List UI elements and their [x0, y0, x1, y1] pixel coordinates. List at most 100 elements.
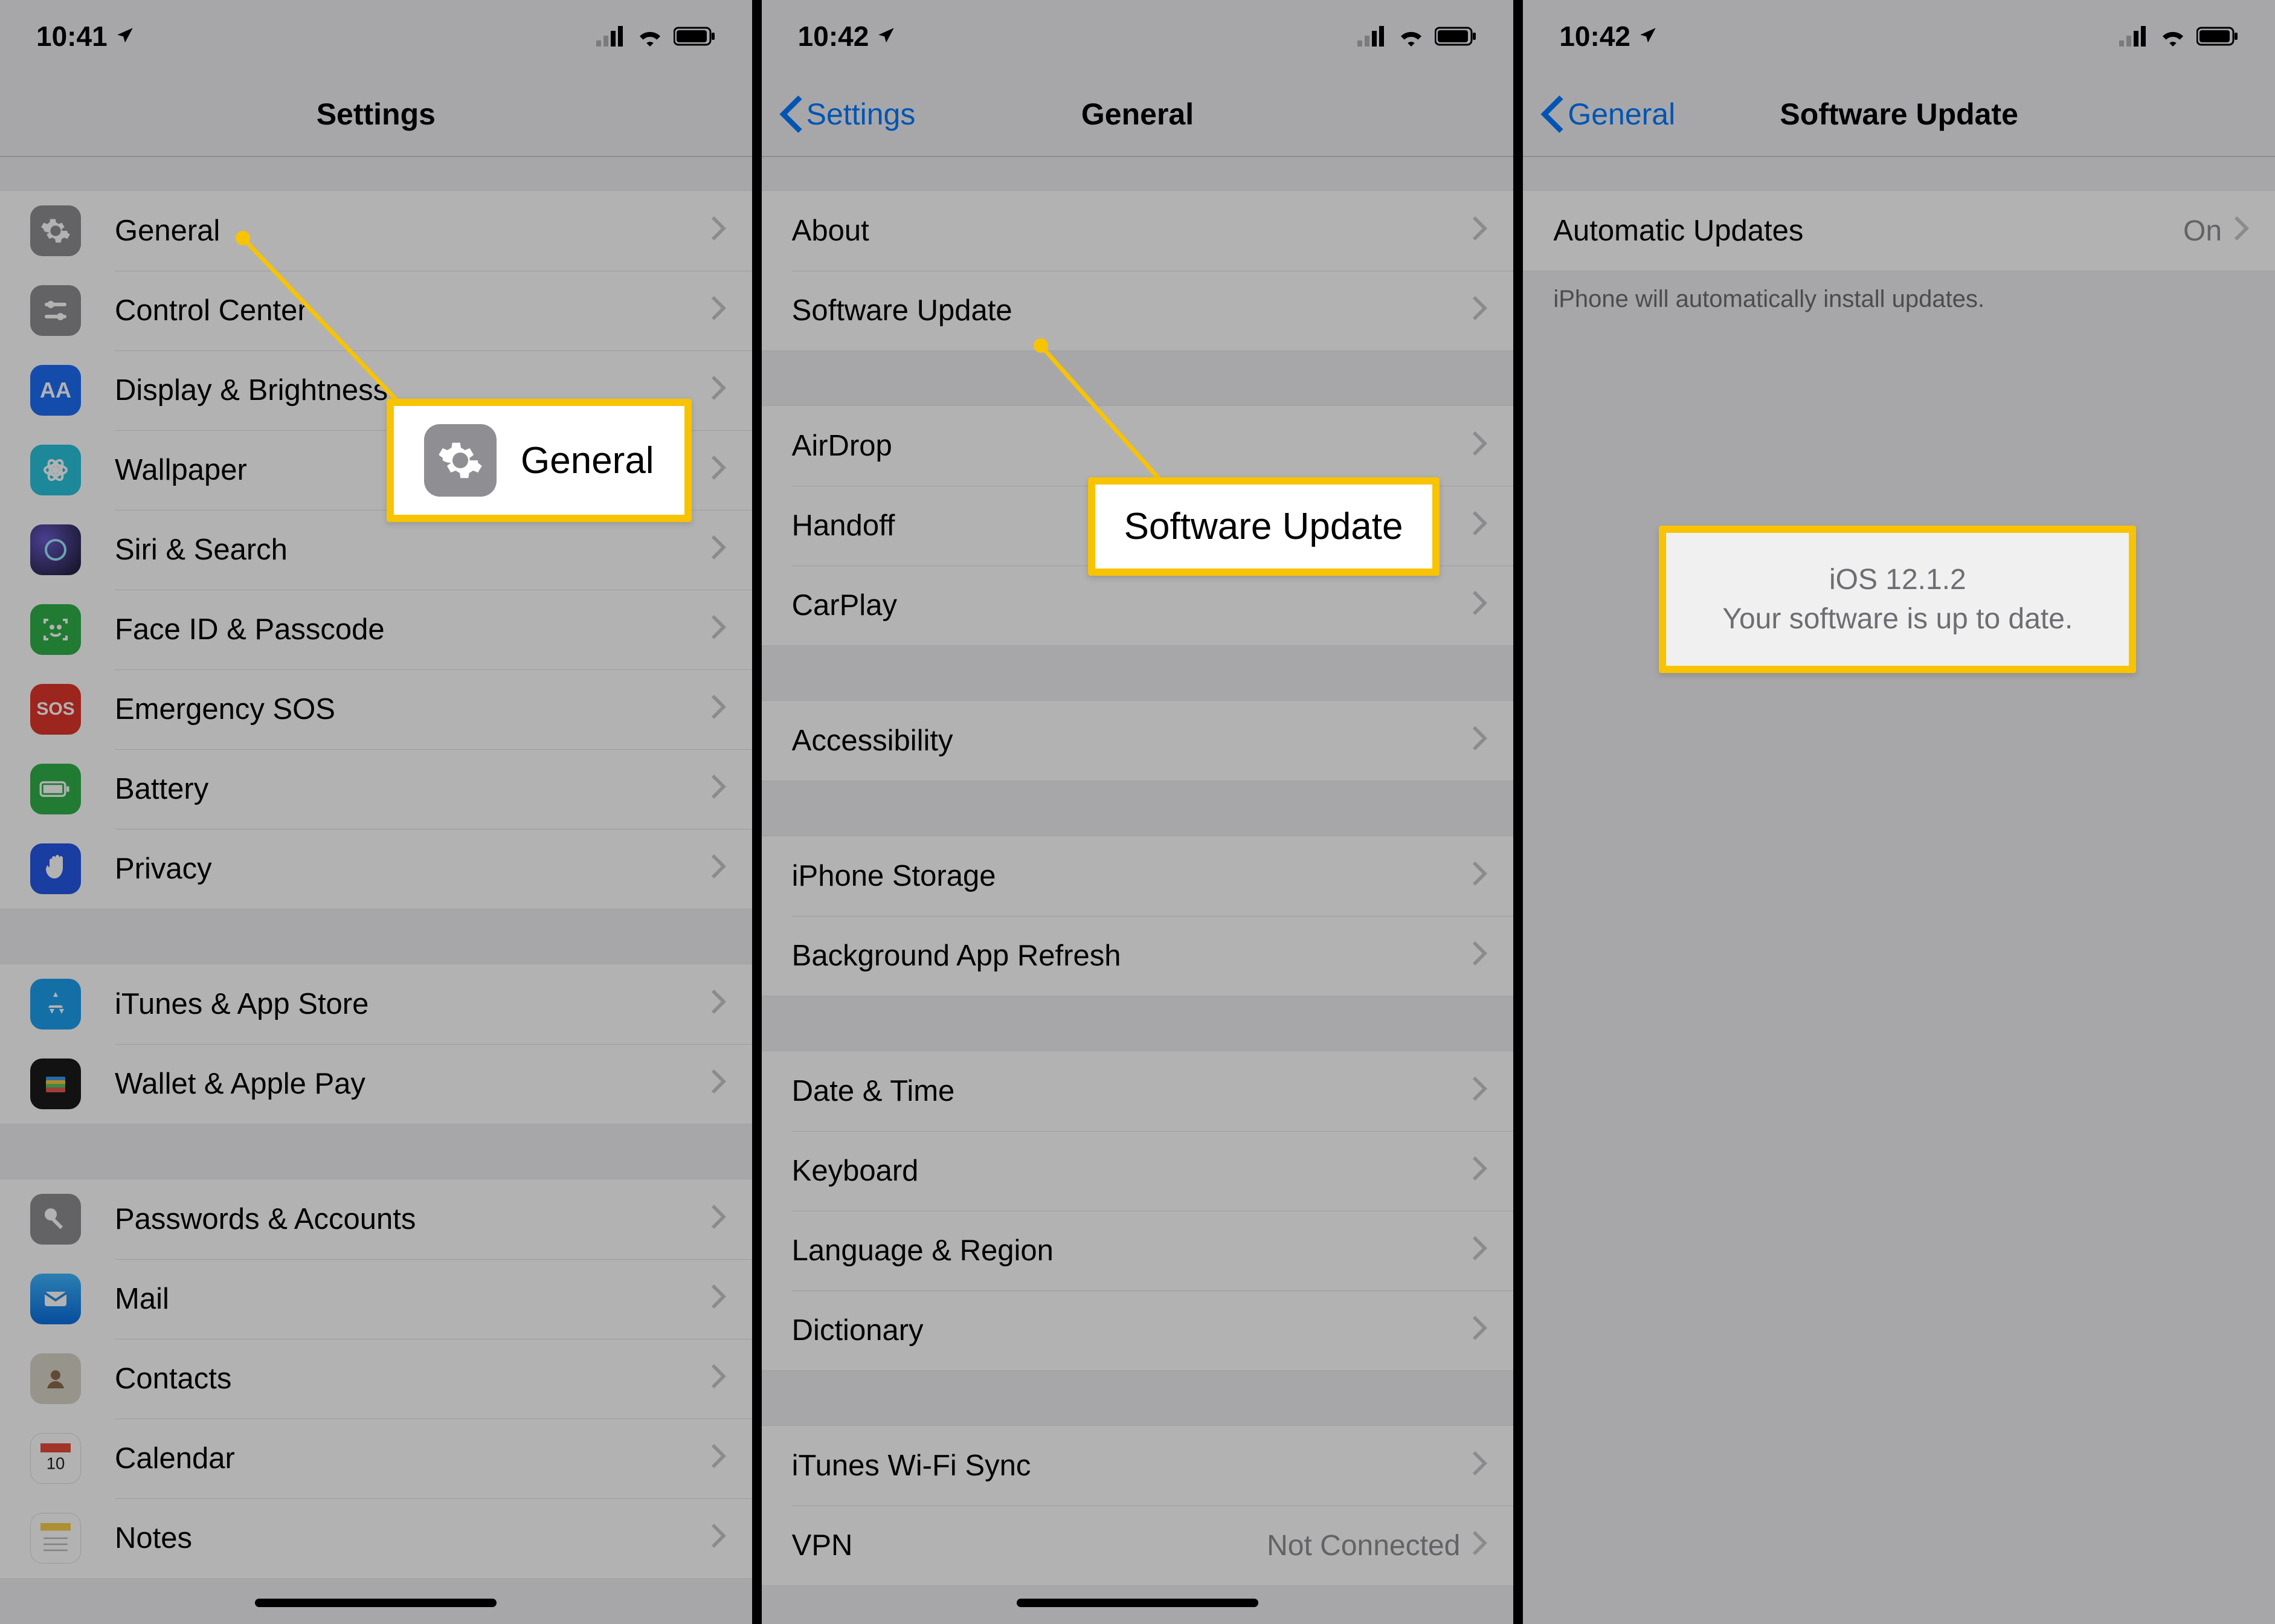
row-label: General: [115, 214, 711, 248]
row-label: Emergency SOS: [115, 692, 711, 726]
home-indicator: [255, 1599, 497, 1607]
anchor-dot: [236, 231, 250, 245]
wallpaper-icon: [30, 445, 81, 495]
back-button[interactable]: Settings: [779, 72, 916, 156]
cellular-icon: [2119, 26, 2149, 47]
row-faceid-passcode[interactable]: Face ID & Passcode: [0, 590, 752, 669]
row-label: Background App Refresh: [792, 939, 1473, 973]
row-automatic-updates[interactable]: Automatic Updates On: [1523, 191, 2275, 271]
row-label: Battery: [115, 772, 711, 806]
row-label: Date & Time: [792, 1074, 1473, 1108]
privacy-icon: [30, 843, 81, 894]
row-general[interactable]: General: [0, 191, 752, 271]
aa-icon: AA: [30, 365, 81, 416]
appstore-icon: [30, 979, 81, 1030]
row-label: Wallet & Apple Pay: [115, 1067, 711, 1101]
chevron-icon: [2234, 214, 2250, 248]
chevron-icon: [1472, 1154, 1488, 1188]
row-calendar[interactable]: 10 Calendar: [0, 1419, 752, 1498]
chevron-icon: [711, 1202, 727, 1236]
chevron-icon: [711, 533, 727, 567]
key-icon: [30, 1194, 81, 1245]
row-passwords-accounts[interactable]: Passwords & Accounts: [0, 1179, 752, 1259]
mail-icon: [30, 1274, 81, 1324]
chevron-icon: [711, 214, 727, 248]
location-icon: [876, 20, 896, 53]
chevron-icon: [711, 1521, 727, 1555]
chevron-icon: [1472, 1529, 1488, 1562]
callout-general: General: [387, 399, 692, 522]
settings-list[interactable]: General Control Center AA Display & Brig…: [0, 157, 752, 1624]
row-control-center[interactable]: Control Center: [0, 271, 752, 350]
chevron-icon: [711, 1067, 727, 1101]
row-battery[interactable]: Battery: [0, 749, 752, 829]
row-label: VPN: [792, 1529, 1267, 1562]
status-bar: 10:41: [0, 0, 752, 72]
row-label: Language & Region: [792, 1234, 1473, 1268]
contacts-icon: [30, 1353, 81, 1404]
ios-version: iOS 12.1.2: [1829, 563, 1966, 596]
callout-label: Software Update: [1124, 505, 1403, 548]
back-label: General: [1568, 97, 1675, 132]
row-label: Keyboard: [792, 1154, 1473, 1188]
row-contacts[interactable]: Contacts: [0, 1339, 752, 1419]
battery-icon: [674, 26, 716, 47]
chevron-icon: [1472, 294, 1488, 327]
row-airdrop[interactable]: AirDrop: [762, 406, 1514, 486]
row-wallet-applepay[interactable]: Wallet & Apple Pay: [0, 1044, 752, 1124]
row-notes[interactable]: Notes: [0, 1498, 752, 1578]
calendar-icon: 10: [30, 1433, 81, 1484]
chevron-icon: [1472, 724, 1488, 758]
nav-bar: Settings General: [762, 72, 1514, 157]
row-label: Accessibility: [792, 724, 1473, 758]
screenshot-general: 10:42 Settings General About Software Up…: [752, 0, 1514, 1624]
chevron-icon: [711, 1362, 727, 1396]
row-language-region[interactable]: Language & Region: [762, 1211, 1514, 1290]
row-privacy[interactable]: Privacy: [0, 829, 752, 909]
row-label: Passwords & Accounts: [115, 1202, 711, 1236]
row-about[interactable]: About: [762, 191, 1514, 271]
chevron-icon: [1472, 1074, 1488, 1108]
wifi-icon: [636, 26, 664, 47]
callout-update-status: iOS 12.1.2 Your software is up to date.: [1659, 526, 2136, 673]
row-accessibility[interactable]: Accessibility: [762, 701, 1514, 781]
row-software-update[interactable]: Software Update: [762, 271, 1514, 350]
general-list[interactable]: About Software Update AirDrop Handoff Ca…: [762, 157, 1514, 1624]
callout-software-update: Software Update: [1088, 477, 1440, 576]
row-emergency-sos[interactable]: SOS Emergency SOS: [0, 669, 752, 749]
chevron-icon: [711, 1442, 727, 1475]
toggles-icon: [30, 285, 81, 336]
chevron-icon: [1472, 1313, 1488, 1347]
chevron-icon: [1472, 429, 1488, 463]
row-label: iTunes Wi-Fi Sync: [792, 1449, 1473, 1483]
row-label: CarPlay: [792, 588, 1473, 622]
row-date-time[interactable]: Date & Time: [762, 1051, 1514, 1131]
row-iphone-storage[interactable]: iPhone Storage: [762, 836, 1514, 916]
row-label: Control Center: [115, 294, 711, 327]
row-mail[interactable]: Mail: [0, 1259, 752, 1339]
row-keyboard[interactable]: Keyboard: [762, 1131, 1514, 1211]
chevron-icon: [711, 692, 727, 726]
row-dictionary[interactable]: Dictionary: [762, 1290, 1514, 1370]
chevron-icon: [1472, 509, 1488, 543]
row-itunes-appstore[interactable]: iTunes & App Store: [0, 964, 752, 1044]
row-label: Notes: [115, 1521, 711, 1555]
update-message: Your software is up to date.: [1722, 602, 2073, 636]
status-time: 10:42: [798, 20, 869, 53]
back-button[interactable]: General: [1540, 72, 1675, 156]
wifi-icon: [1397, 26, 1425, 47]
screenshot-software-update: 10:42 General Software Update Automatic …: [1513, 0, 2275, 1624]
row-carplay[interactable]: CarPlay: [762, 566, 1514, 645]
row-background-app-refresh[interactable]: Background App Refresh: [762, 916, 1514, 996]
chevron-icon: [711, 453, 727, 487]
chevron-icon: [1472, 214, 1488, 248]
row-vpn[interactable]: VPNNot Connected: [762, 1506, 1514, 1585]
nav-bar: General Software Update: [1523, 72, 2275, 157]
faceid-icon: [30, 604, 81, 655]
row-label: AirDrop: [792, 429, 1473, 463]
row-itunes-wifi-sync[interactable]: iTunes Wi-Fi Sync: [762, 1426, 1514, 1506]
chevron-icon: [1472, 588, 1488, 622]
row-label: Dictionary: [792, 1313, 1473, 1347]
footer-text: iPhone will automatically install update…: [1523, 271, 2275, 327]
gear-icon: [424, 424, 497, 497]
